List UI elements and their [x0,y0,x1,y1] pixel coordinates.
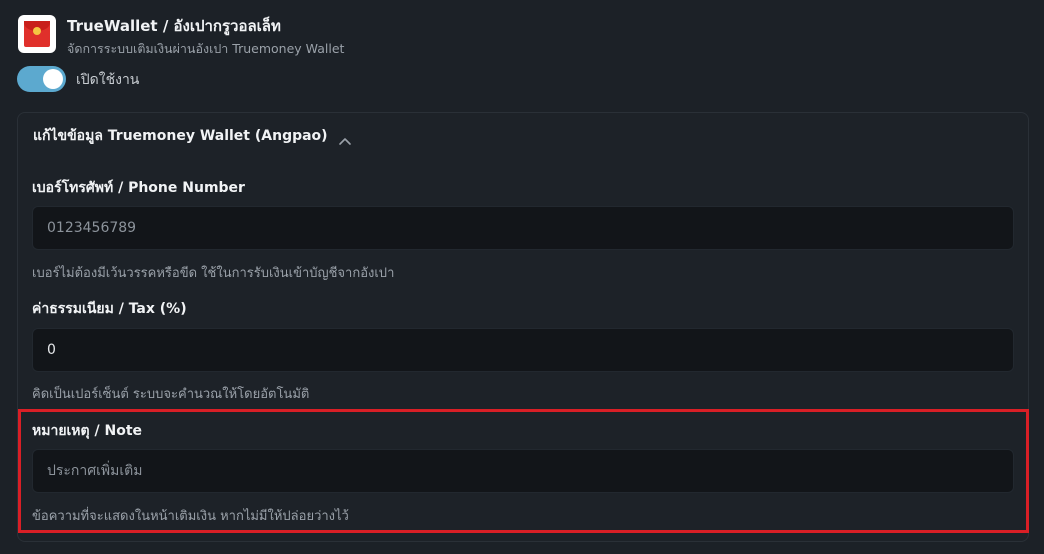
panel-header[interactable]: แก้ไขข้อมูล Truemoney Wallet (Angpao) [33,125,352,147]
phone-label: เบอร์โทรศัพท์ / Phone Number [32,180,245,196]
tax-label: ค่าธรรมเนียม / Tax (%) [32,301,187,317]
panel-title: แก้ไขข้อมูล Truemoney Wallet (Angpao) [33,128,328,144]
red-envelope-icon [18,15,56,53]
app-title: TrueWallet / อังเปากรูวอลเล็ท [67,17,281,35]
toggle-label: เปิดใช้งาน [76,72,140,88]
note-input[interactable] [32,449,1014,493]
note-hint: ข้อความที่จะแสดงในหน้าเติมเงิน หากไม่มีใ… [32,509,349,524]
note-label: หมายเหตุ / Note [32,423,143,439]
app-subtitle: จัดการระบบเติมเงินผ่านอังเปา Truemoney W… [67,41,345,56]
truewallet-settings-page: TrueWallet / อังเปากรูวอลเล็ท จัดการระบบ… [0,0,1044,554]
chevron-up-icon [338,131,352,145]
phone-hint: เบอร์ไม่ต้องมีเว้นวรรคหรือขีด ใช้ในการรั… [32,266,395,281]
tax-hint: คิดเป็นเปอร์เซ็นต์ ระบบจะคำนวณให้โดยอัตโ… [32,387,310,402]
enable-toggle[interactable] [17,66,66,92]
tax-input[interactable] [32,328,1014,372]
phone-input[interactable] [32,206,1014,250]
toggle-knob [43,69,63,89]
